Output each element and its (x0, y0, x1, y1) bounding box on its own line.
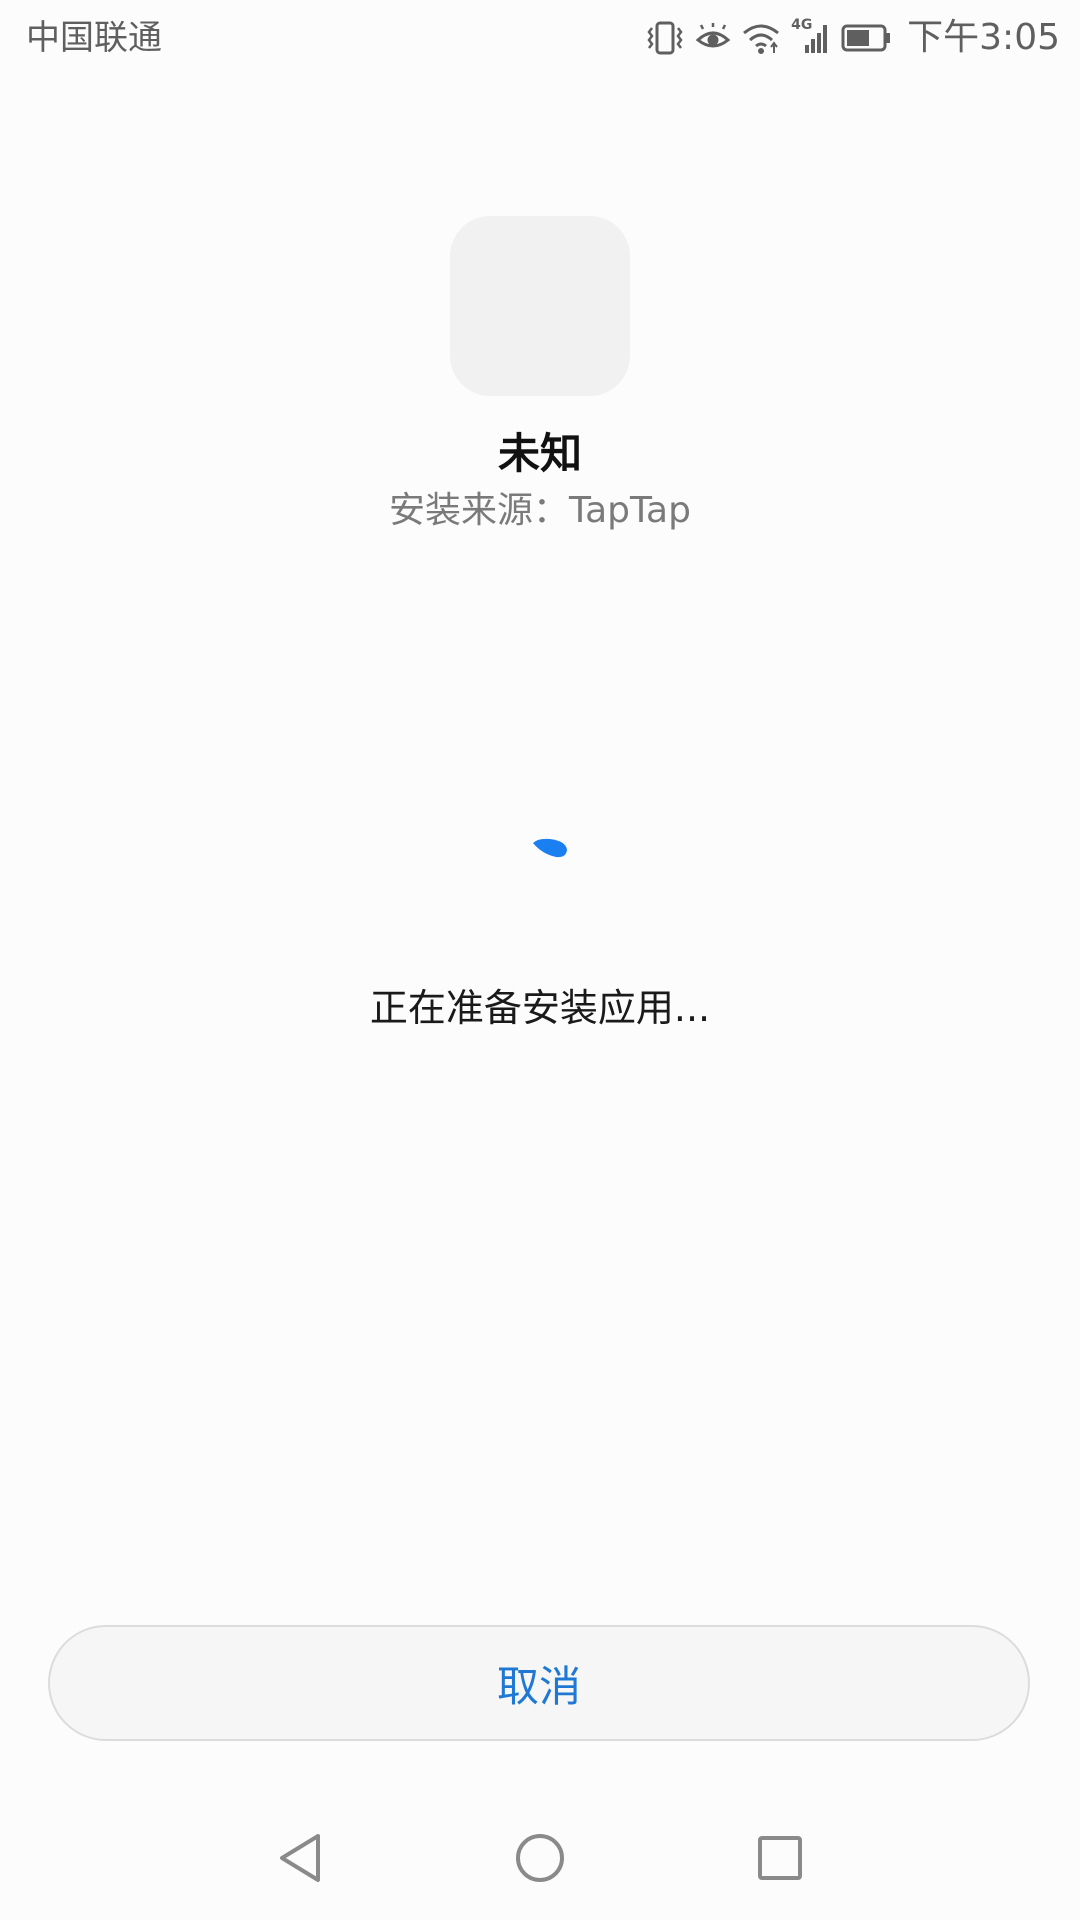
navigation-bar (0, 1800, 1080, 1920)
install-status-text: 正在准备安装应用... (369, 986, 711, 1030)
vibrate-icon (645, 20, 685, 56)
battery-icon (841, 23, 893, 53)
signal-4g-icon: 4G (791, 17, 831, 55)
eye-comfort-icon (695, 23, 731, 53)
home-button[interactable] (510, 1830, 570, 1890)
wifi-icon (741, 21, 781, 55)
recents-icon (756, 1834, 804, 1886)
carrier-name: 中国联通 (26, 18, 162, 58)
install-source-label: 安装来源：TapTap (389, 490, 691, 531)
loading-spinner-icon (530, 836, 570, 860)
cancel-button[interactable]: 取消 (48, 1625, 1030, 1741)
network-type-label: 4G (791, 17, 813, 33)
status-bar: 中国联通 4G 下午3:05 (0, 0, 1080, 76)
home-icon (514, 1832, 566, 1888)
recents-button[interactable] (750, 1830, 810, 1890)
app-placeholder-icon (450, 216, 630, 396)
status-time: 下午3:05 (907, 17, 1060, 58)
back-button[interactable] (270, 1830, 330, 1890)
app-name: 未知 (497, 429, 582, 478)
status-icons: 4G 下午3:05 (635, 12, 1060, 64)
back-icon (276, 1832, 324, 1888)
